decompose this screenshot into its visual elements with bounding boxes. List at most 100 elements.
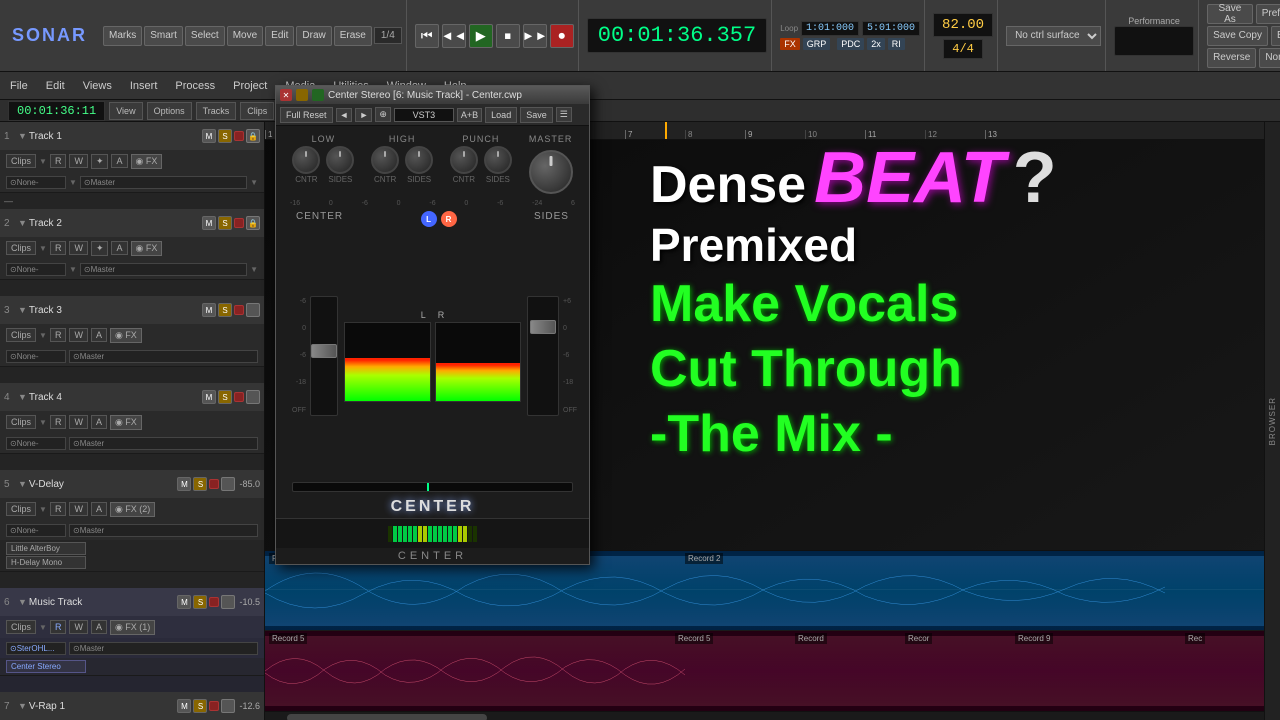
lock-btn-2[interactable]: 🔒 <box>246 216 260 230</box>
master-select-2[interactable]: ⊙Master <box>80 263 247 276</box>
a-btn-3[interactable]: A <box>91 328 107 342</box>
stop-btn[interactable]: ⏹ <box>496 24 520 48</box>
high-cntr-knob[interactable] <box>371 146 399 174</box>
full-reset-btn[interactable]: Full Reset <box>280 107 333 123</box>
view-btn[interactable]: View <box>109 102 142 120</box>
lock-btn-7[interactable] <box>221 699 235 713</box>
punch-cntr-knob[interactable] <box>450 146 478 174</box>
scrollbar-thumb[interactable] <box>287 714 487 720</box>
clips-select-1[interactable]: Clips <box>6 154 36 168</box>
arm-btn-2[interactable] <box>234 218 244 228</box>
lock-btn-1[interactable]: 🔒 <box>246 129 260 143</box>
master-select-5[interactable]: ⊙Master <box>69 524 258 537</box>
sterohl-select-6[interactable]: ⊙SterOHL... <box>6 642 66 655</box>
solo-btn-3[interactable]: S <box>218 303 232 317</box>
menu-insert[interactable]: Insert <box>124 78 164 94</box>
load-btn[interactable]: Load <box>485 107 517 123</box>
lock-btn-4[interactable] <box>246 390 260 404</box>
arm-btn-5[interactable] <box>209 479 219 489</box>
solo-btn-2[interactable]: S <box>218 216 232 230</box>
menu-edit[interactable]: Edit <box>40 78 71 94</box>
master-select-1[interactable]: ⊙Master <box>80 176 247 189</box>
plugin-close-btn[interactable]: ✕ <box>280 89 292 101</box>
pdc-btn[interactable]: PDC <box>837 38 864 50</box>
ctrl-surface-select[interactable]: No ctrl surface <box>1006 26 1101 46</box>
r-btn-5[interactable]: R <box>50 502 67 516</box>
fx-btn-3[interactable]: ◉ FX <box>110 328 142 343</box>
w-btn-4[interactable]: W <box>69 415 88 429</box>
tracks-btn[interactable]: Tracks <box>196 102 237 120</box>
w-btn-2[interactable]: W <box>69 241 88 255</box>
bounce-btn[interactable]: Bounce <box>1271 26 1280 46</box>
low-cntr-knob[interactable] <box>292 146 320 174</box>
star-btn-1[interactable]: ✦ <box>91 154 109 169</box>
punch-sides-knob[interactable] <box>484 146 512 174</box>
mute-btn-3[interactable]: M <box>202 303 216 317</box>
a-btn-1[interactable]: A <box>111 154 127 168</box>
reverse-btn[interactable]: Reverse <box>1207 48 1256 68</box>
r-btn-3[interactable]: R <box>50 328 67 342</box>
sides-fader-track[interactable] <box>527 296 559 416</box>
fx-btn-1[interactable]: ◉ FX <box>131 154 163 169</box>
insert-6a[interactable]: Center Stereo <box>6 660 86 673</box>
insert-5b[interactable]: H-Delay Mono <box>6 556 86 569</box>
solo-btn-7[interactable]: S <box>193 699 207 713</box>
options-btn[interactable]: Options <box>147 102 192 120</box>
preferences-btn[interactable]: Preferences <box>1256 4 1280 24</box>
grp-btn[interactable]: GRP <box>803 38 831 50</box>
save-as-btn[interactable]: Save As <box>1207 4 1253 24</box>
plugin-min-btn[interactable] <box>296 89 308 101</box>
solo-btn-4[interactable]: S <box>218 390 232 404</box>
mute-btn-7[interactable]: M <box>177 699 191 713</box>
lr-l-btn[interactable]: L <box>421 211 437 227</box>
plugin-max-btn[interactable] <box>312 89 324 101</box>
solo-btn-5[interactable]: S <box>193 477 207 491</box>
save-copy-btn[interactable]: Save Copy <box>1207 26 1268 46</box>
record-btn[interactable]: ⏺ <box>550 24 574 48</box>
arm-btn-3[interactable] <box>234 305 244 315</box>
low-sides-knob[interactable] <box>326 146 354 174</box>
r-btn-2[interactable]: R <box>50 241 67 255</box>
master-select-3[interactable]: ⊙Master <box>69 350 258 363</box>
rewind-btn[interactable]: ⏮ <box>415 24 439 48</box>
tempo-display[interactable]: 82.00 <box>933 13 993 37</box>
menu-views[interactable]: Views <box>77 78 118 94</box>
normalize-btn[interactable]: Normalize <box>1259 48 1280 68</box>
save-btn[interactable]: Save <box>520 107 553 123</box>
master-select-6[interactable]: ⊙Master <box>69 642 258 655</box>
none-select-5[interactable]: ⊙None- <box>6 524 66 537</box>
star-btn-2[interactable]: ✦ <box>91 241 109 256</box>
select-btn[interactable]: Select <box>185 26 225 46</box>
center-fader-track[interactable] <box>310 296 338 416</box>
draw-btn[interactable]: Draw <box>296 26 331 46</box>
plugin-menu-btn[interactable]: ☰ <box>556 107 572 122</box>
r-btn-6[interactable]: R <box>50 620 67 634</box>
next-btn[interactable]: ►► <box>523 24 547 48</box>
w-btn-5[interactable]: W <box>69 502 88 516</box>
a-btn-5[interactable]: A <box>91 502 107 516</box>
arm-btn-1[interactable] <box>234 131 244 141</box>
prev-btn[interactable]: ◄◄ <box>442 24 466 48</box>
a-btn-2[interactable]: A <box>111 241 127 255</box>
clips-select-3[interactable]: Clips <box>6 328 36 342</box>
none-select-4[interactable]: ⊙None- <box>6 437 66 450</box>
browser-panel[interactable]: BROWSER <box>1264 122 1280 720</box>
r-btn-1[interactable]: R <box>50 154 67 168</box>
w-btn-3[interactable]: W <box>69 328 88 342</box>
lr-r-btn[interactable]: R <box>441 211 457 227</box>
center-fader-thumb[interactable] <box>311 344 337 358</box>
edit-btn[interactable]: Edit <box>265 26 294 46</box>
r-btn-4[interactable]: R <box>50 415 67 429</box>
a-btn-4[interactable]: A <box>91 415 107 429</box>
arm-btn-7[interactable] <box>209 701 219 711</box>
master-knob[interactable] <box>529 150 573 194</box>
a-btn-6[interactable]: A <box>91 620 107 634</box>
high-sides-knob[interactable] <box>405 146 433 174</box>
erase-btn[interactable]: Erase <box>334 26 372 46</box>
plugin-titlebar[interactable]: ✕ Center Stereo [6: Music Track] - Cente… <box>276 86 589 104</box>
clips-select-5[interactable]: Clips <box>6 502 36 516</box>
fx-btn-grp[interactable]: FX <box>780 38 800 50</box>
mute-btn-6[interactable]: M <box>177 595 191 609</box>
fx-btn-2[interactable]: ◉ FX <box>131 241 163 256</box>
clips-select-6[interactable]: Clips <box>6 620 36 634</box>
